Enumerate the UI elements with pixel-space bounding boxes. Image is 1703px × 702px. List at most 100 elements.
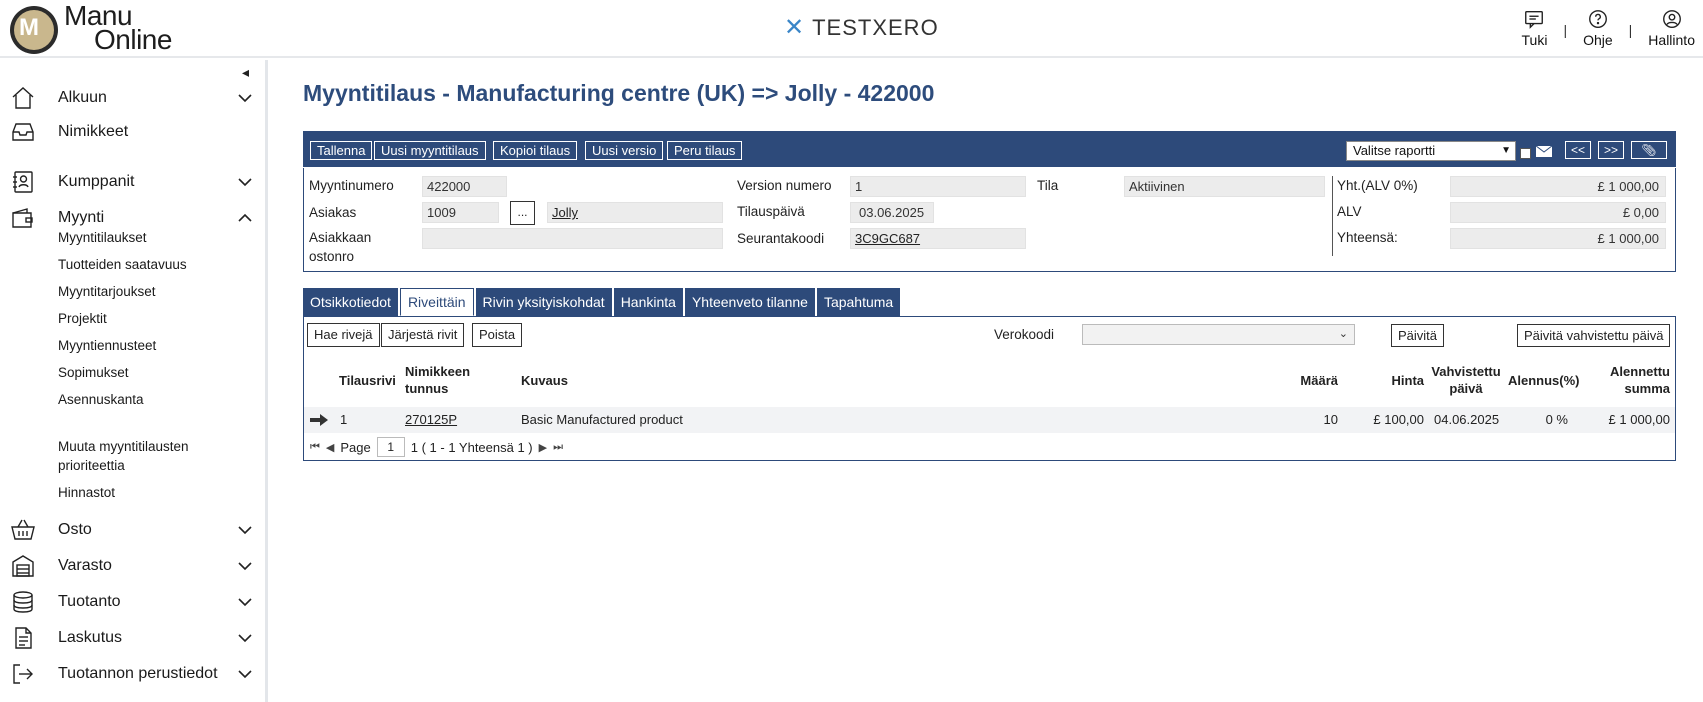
sidebar-sub-myyntitilaukset[interactable]: Myyntitilaukset: [58, 228, 258, 247]
cell-nimike-link[interactable]: 270125P: [405, 412, 457, 427]
customer-name-link[interactable]: Jolly: [552, 205, 578, 220]
last-page-icon[interactable]: ⏭︎: [553, 441, 563, 454]
first-page-icon[interactable]: ⏮︎: [310, 441, 320, 454]
column-header-alennus[interactable]: Alennus(%): [1508, 372, 1580, 389]
logout-icon: [13, 664, 33, 684]
attachment-button[interactable]: 📎︎: [1631, 141, 1667, 159]
company-brand: ✕ TESTXERO: [784, 15, 939, 41]
new-version-button[interactable]: Uusi versio: [585, 141, 664, 160]
version-label: Version numero: [737, 178, 832, 193]
support-link[interactable]: Tuki: [1521, 8, 1548, 48]
report-select[interactable]: Valitse raportti ▼: [1346, 141, 1516, 161]
cancel-order-button[interactable]: Peru tilaus: [667, 141, 743, 160]
sidebar-sub-projektit[interactable]: Projektit: [58, 309, 258, 328]
column-header-tilausrivi[interactable]: Tilausrivi: [339, 372, 396, 389]
total-excl-vat-label: Yht.(ALV 0%): [1337, 178, 1418, 193]
logo-text: Manu Online: [64, 0, 172, 55]
column-header-line: tunnus: [405, 381, 449, 396]
sidebar-sub-prioriteetti[interactable]: Muuta myyntitilausten prioriteettia: [58, 437, 208, 475]
tab-otsikkotiedot[interactable]: Otsikkotiedot: [303, 288, 398, 316]
tracking-code-link[interactable]: 3C9GC687: [855, 231, 920, 246]
sidebar-item-alkuun[interactable]: Alkuun: [0, 80, 265, 116]
support-label: Tuki: [1521, 32, 1548, 48]
customer-lookup-button[interactable]: ...: [510, 201, 535, 225]
tab-hankinta[interactable]: Hankinta: [613, 288, 683, 316]
customer-label: Asiakas: [309, 205, 357, 220]
chevron-down-icon: [238, 634, 252, 643]
sidebar-item-laskutus[interactable]: Laskutus: [0, 620, 265, 656]
sidebar-item-kumppanit[interactable]: Kumppanit: [0, 164, 265, 200]
column-header-kuvaus[interactable]: Kuvaus: [521, 372, 568, 389]
help-link[interactable]: Ohje: [1583, 8, 1613, 48]
table-row[interactable]: 1 270125P Basic Manufactured product 10 …: [304, 407, 1675, 433]
vat-field: £ 0,00: [1450, 202, 1666, 223]
sidebar: ◂ Alkuun Nimikkeet Kumppanit Myynti Myyn…: [0, 60, 268, 702]
column-header-maara[interactable]: Määrä: [1284, 372, 1338, 389]
delete-button[interactable]: Poista: [472, 323, 523, 347]
chevron-up-icon: [238, 213, 252, 222]
copy-order-button[interactable]: Kopioi tilaus: [493, 141, 578, 160]
customer-name-field[interactable]: Jolly: [547, 202, 723, 223]
sidebar-sub-myyntitarjoukset[interactable]: Myyntitarjoukset: [58, 282, 258, 301]
email-checkbox[interactable]: [1520, 148, 1531, 159]
tab-bar: Otsikkotiedot Riveittäin Rivin yksityisk…: [303, 288, 901, 316]
divider: [1332, 176, 1333, 256]
page-title: Myyntitilaus - Manufacturing centre (UK)…: [303, 80, 935, 106]
warehouse-icon: [12, 555, 34, 577]
vat-label: ALV: [1337, 204, 1362, 219]
sidebar-item-tuotanto[interactable]: Tuotanto: [0, 584, 265, 620]
sidebar-sub-asennuskanta[interactable]: Asennuskanta: [58, 390, 258, 409]
arrow-right-icon: [310, 414, 328, 426]
tab-riveittain[interactable]: Riveittäin: [399, 288, 474, 316]
next-page-icon[interactable]: ▶: [539, 441, 547, 454]
column-header-vahvistettu[interactable]: Vahvistettu päivä: [1426, 363, 1506, 397]
sidebar-item-nimikkeet[interactable]: Nimikkeet: [0, 114, 265, 150]
chat-icon: [1525, 10, 1544, 29]
collapse-sidebar-icon[interactable]: ◂: [242, 64, 249, 81]
pager: ⏮︎ ◀ Page 1 1 ( 1 - 1 Yhteensä 1 ) ▶ ⏭︎: [310, 437, 563, 457]
order-date-label: Tilauspäivä: [737, 204, 805, 219]
sidebar-sub-tuotteiden-saatavuus[interactable]: Tuotteiden saatavuus: [58, 255, 258, 274]
column-header-nimike[interactable]: Nimikkeen tunnus: [405, 363, 470, 397]
tracking-code-field[interactable]: 3C9GC687: [850, 228, 1026, 249]
column-header-hinta[interactable]: Hinta: [1374, 372, 1425, 389]
sidebar-item-tuotannon-perustiedot[interactable]: Tuotannon perustiedot: [0, 656, 265, 692]
sort-rows-button[interactable]: Järjestä rivit: [381, 323, 465, 347]
column-header-alennettu-summa[interactable]: Alennettu summa: [1580, 363, 1670, 397]
admin-link[interactable]: Hallinto: [1648, 8, 1695, 48]
column-header-line: Nimikkeen: [405, 364, 471, 379]
customer-po-label: Asiakkaan: [309, 230, 372, 245]
tab-rivin-yksityiskohdat[interactable]: Rivin yksityiskohdat: [475, 288, 612, 316]
brand-x-icon: ✕: [784, 14, 805, 41]
mail-icon[interactable]: [1535, 145, 1553, 158]
next-button[interactable]: >>: [1598, 141, 1625, 159]
home-icon: [12, 87, 34, 109]
page-input[interactable]: 1: [376, 437, 405, 457]
tax-code-select[interactable]: ⌄: [1082, 324, 1355, 345]
sidebar-item-label: Osto: [58, 521, 92, 538]
sidebar-item-osto[interactable]: Osto: [0, 512, 265, 548]
update-confirmed-date-button[interactable]: Päivitä vahvistettu päivä: [1517, 324, 1671, 347]
tab-tapahtuma[interactable]: Tapahtuma: [816, 288, 901, 316]
sidebar-item-varasto[interactable]: Varasto: [0, 548, 265, 584]
sidebar-sub-hinnastot[interactable]: Hinnastot: [58, 483, 258, 502]
admin-label: Hallinto: [1648, 32, 1695, 48]
manu-online-logo[interactable]: M Manu Online: [10, 0, 210, 55]
update-button[interactable]: Päivitä: [1391, 324, 1445, 347]
sidebar-item-label: Varasto: [58, 557, 112, 574]
new-sales-order-button[interactable]: Uusi myyntitilaus: [374, 141, 486, 160]
status-field: Aktiivinen: [1124, 176, 1325, 197]
order-date-field[interactable]: 03.06.2025: [850, 202, 934, 223]
tab-yhteenveto-tilanne[interactable]: Yhteenveto tilanne: [684, 288, 815, 316]
sidebar-sub-myyntiennusteet[interactable]: Myyntiennusteet: [58, 336, 258, 355]
save-button[interactable]: Tallenna: [310, 141, 373, 160]
fetch-rows-button[interactable]: Hae rivejä: [307, 323, 380, 347]
previous-button[interactable]: <<: [1565, 141, 1592, 159]
wallet-icon: [12, 208, 33, 228]
previous-page-icon[interactable]: ◀: [326, 441, 334, 454]
paperclip-icon: 📎︎: [1641, 143, 1657, 157]
separator: |: [1628, 22, 1633, 38]
customer-id-field[interactable]: 1009: [422, 202, 499, 223]
sidebar-sub-sopimukset[interactable]: Sopimukset: [58, 363, 258, 382]
customer-po-field[interactable]: [422, 228, 723, 249]
